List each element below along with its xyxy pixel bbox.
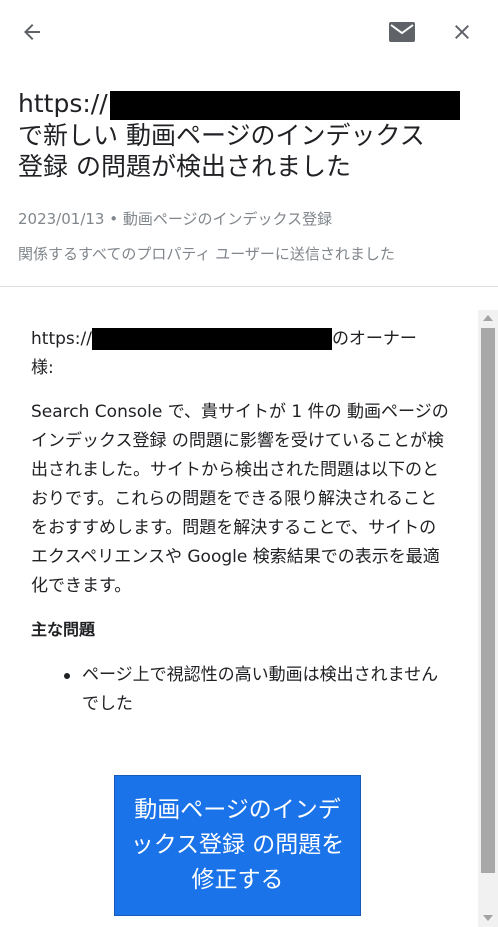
subject-line-1: https:// — [18, 88, 478, 120]
greeting-line-2: 様: — [31, 358, 54, 378]
issues-list: ページ上で視認性の高い動画は検出されませんでした — [62, 661, 452, 719]
arrow-left-icon — [24, 24, 40, 40]
body-paragraph: Search Console で、貴サイトが 1 件の 動画ページのインデックス… — [31, 402, 449, 596]
top-toolbar — [0, 0, 498, 64]
fix-issue-button[interactable]: 動画ページのインデックス登録 の問題を修正する — [114, 775, 361, 916]
redacted-url — [109, 90, 460, 120]
mail-icon — [389, 22, 415, 42]
scroll-up-arrow[interactable] — [483, 315, 493, 321]
list-item: ページ上で視認性の高い動画は検出されませんでした — [62, 661, 452, 719]
scrollbar[interactable] — [478, 310, 498, 927]
email-recipients-note: 関係するすべてのプロパティ ユーザーに送信されました — [18, 245, 395, 263]
greeting-url-prefix: https:// — [31, 329, 92, 349]
email-detail-panel: https:// で新しい 動画ページのインデックス 登録 の問題が検出されまし… — [0, 0, 498, 927]
scroll-thumb[interactable] — [481, 328, 495, 873]
greeting: https:// のオーナー 様: — [31, 325, 451, 383]
scroll-down-arrow[interactable] — [483, 915, 493, 921]
subject-line-2: で新しい 動画ページのインデックス — [18, 120, 425, 150]
email-subject: https:// で新しい 動画ページのインデックス 登録 の問題が検出されまし… — [18, 88, 478, 182]
redacted-owner-url — [91, 328, 332, 350]
back-button[interactable] — [12, 12, 52, 52]
email-date-category: 2023/01/13 • 動画ページのインデックス登録 — [18, 210, 333, 228]
mail-button[interactable] — [382, 12, 422, 52]
close-icon — [455, 25, 469, 39]
email-body: https:// のオーナー 様: Search Console で、貴サイトが … — [0, 287, 478, 927]
subject-url-prefix: https:// — [18, 89, 108, 118]
close-button[interactable] — [442, 12, 482, 52]
main-issues-heading: 主な問題 — [31, 620, 96, 639]
subject-line-3: 登録 の問題が検出されました — [18, 151, 351, 181]
greeting-suffix: のオーナー — [331, 329, 417, 349]
